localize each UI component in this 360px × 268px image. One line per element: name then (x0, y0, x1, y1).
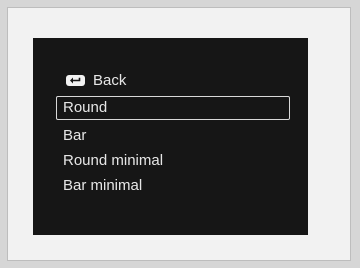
back-button[interactable]: Back (66, 69, 126, 91)
menu-item-label: Round (63, 99, 108, 116)
menu-item-bar[interactable]: Bar (56, 125, 307, 149)
back-label: Back (93, 71, 127, 89)
device-screen: Back Round Bar Round minimal Bar minimal (33, 38, 308, 235)
menu-item-label: Round minimal (63, 152, 164, 169)
menu-item-round[interactable]: Round (56, 96, 290, 120)
menu-item-label: Bar (63, 127, 87, 144)
style-menu: Back Round Bar Round minimal Bar minimal (33, 38, 308, 235)
menu-item-bar-minimal[interactable]: Bar minimal (56, 175, 307, 199)
menu-item-label: Bar minimal (63, 177, 143, 194)
menu-item-round-minimal[interactable]: Round minimal (56, 150, 307, 174)
return-arrow-icon (66, 74, 85, 86)
